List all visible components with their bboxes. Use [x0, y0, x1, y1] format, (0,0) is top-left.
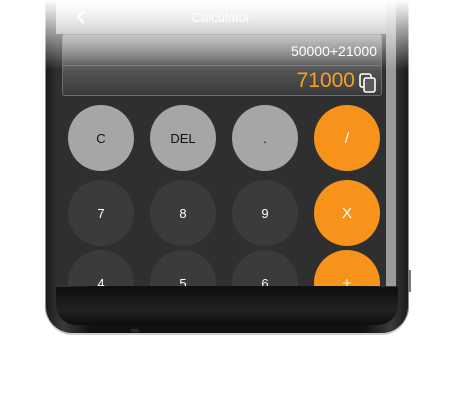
screen-edge-right — [385, 0, 396, 286]
digit-8-button[interactable]: 8 — [150, 180, 216, 246]
calculator-screen: Calculator 50000+21000 71000 C DEL . / 7… — [56, 0, 386, 286]
copy-icon[interactable] — [359, 73, 377, 93]
divide-button[interactable]: / — [314, 105, 380, 171]
digit-7-button[interactable]: 7 — [68, 180, 134, 246]
clear-button[interactable]: C — [68, 105, 134, 171]
plus-button[interactable]: + — [314, 250, 380, 286]
multiply-button[interactable]: X — [314, 180, 380, 246]
app-header: Calculator — [56, 0, 386, 34]
digit-6-button[interactable]: 6 — [232, 250, 298, 286]
delete-button[interactable]: DEL — [150, 105, 216, 171]
display-divider — [63, 65, 381, 66]
phone-chin — [56, 287, 398, 325]
decimal-button[interactable]: . — [232, 105, 298, 171]
expression-text: 50000+21000 — [290, 43, 377, 59]
digit-4-button[interactable]: 4 — [68, 250, 134, 286]
display-panel: 50000+21000 71000 — [62, 34, 382, 96]
digit-5-button[interactable]: 5 — [150, 250, 216, 286]
phone-side-button — [408, 270, 411, 292]
digit-9-button[interactable]: 9 — [232, 180, 298, 246]
app-title: Calculator — [191, 10, 251, 25]
phone-port — [131, 329, 139, 332]
result-text: 71000 — [296, 69, 355, 92]
